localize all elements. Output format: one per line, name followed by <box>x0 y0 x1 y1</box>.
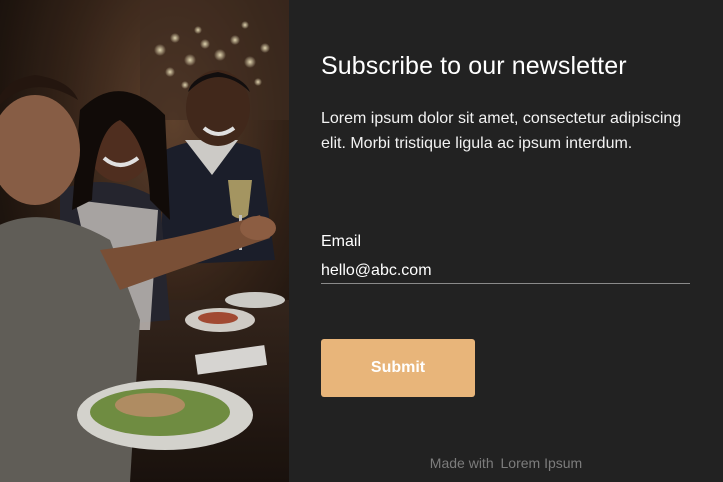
restaurant-photo <box>0 0 289 482</box>
newsletter-panel: Subscribe to our newsletter Lorem ipsum … <box>289 0 723 482</box>
email-input[interactable] <box>321 258 690 284</box>
newsletter-modal: Subscribe to our newsletter Lorem ipsum … <box>0 0 723 482</box>
newsletter-title: Subscribe to our newsletter <box>321 52 627 80</box>
footer-prefix: Made with <box>429 455 494 471</box>
footer-brand-link[interactable]: Lorem Ipsum <box>501 455 583 471</box>
submit-button[interactable]: Submit <box>321 339 475 397</box>
newsletter-description: Lorem ipsum dolor sit amet, consectetur … <box>321 110 682 152</box>
email-label: Email <box>321 233 362 250</box>
made-with-footer: Made with Lorem Ipsum <box>289 455 723 471</box>
